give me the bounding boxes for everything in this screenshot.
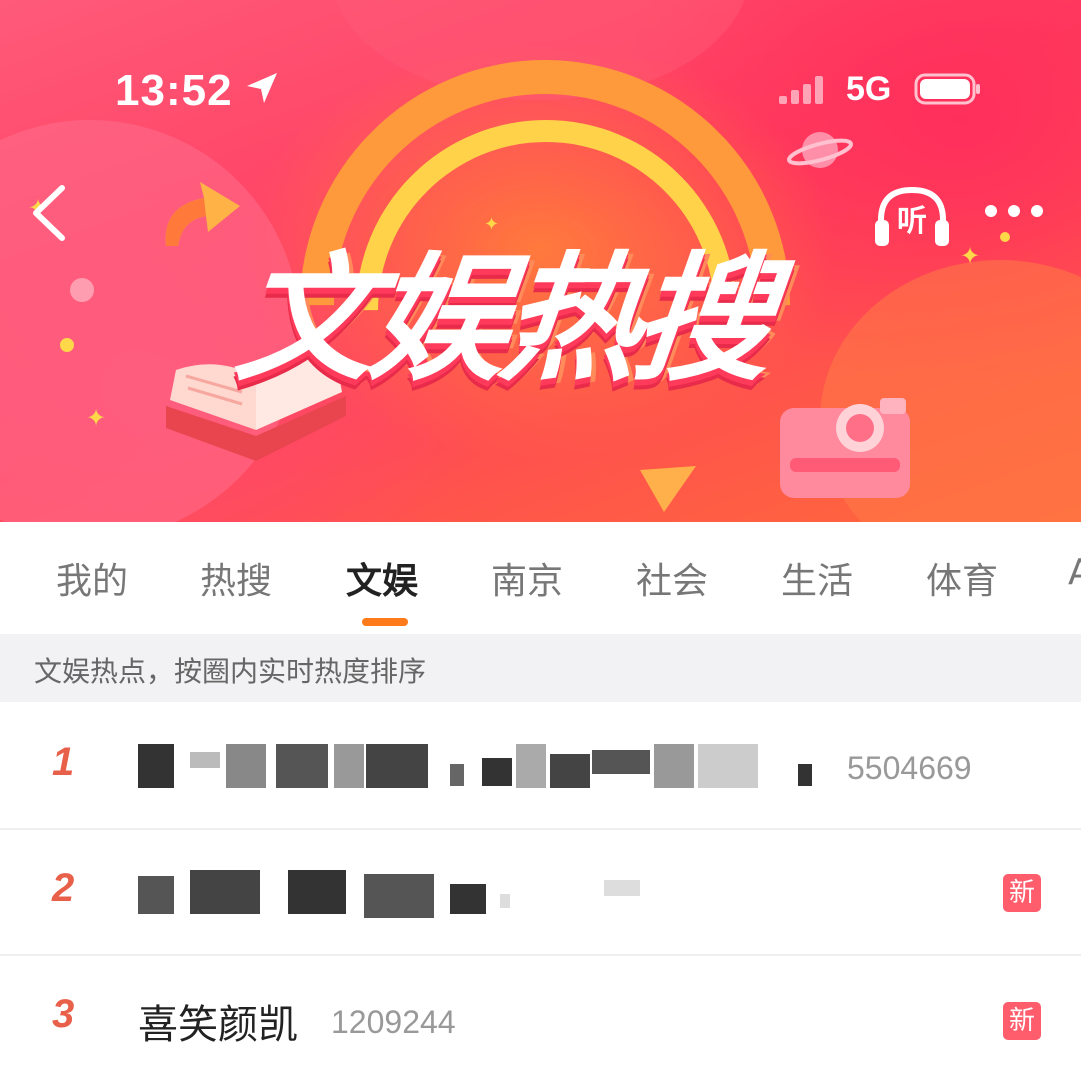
hint-bar: 文娱热点，按圈内实时热度排序 (0, 634, 1081, 702)
tab-mine[interactable]: 我的 (56, 552, 128, 604)
tab-entertainment[interactable]: 文娱 (346, 552, 418, 604)
topic-title: 喜笑颜凯 (138, 1002, 298, 1048)
sparkle-icon: ✦ (86, 404, 107, 432)
dot-decoration (70, 278, 94, 302)
network-type: 5G (846, 70, 892, 108)
heat-value: 5504669 (847, 750, 972, 786)
tab-life[interactable]: 生活 (781, 552, 853, 604)
new-badge: 新 (1003, 874, 1041, 912)
status-time: 13:52 (115, 66, 233, 115)
category-tabs: 我的 热搜 文娱 南京 社会 生活 体育 A (0, 522, 1081, 634)
signal-icon (779, 76, 823, 104)
dot-decoration (1000, 232, 1010, 242)
location-arrow-icon (247, 73, 277, 103)
tab-more-truncated[interactable]: A (1068, 552, 1081, 593)
hint-text: 文娱热点，按圈内实时热度排序 (34, 655, 427, 688)
triangle-decoration-icon (640, 466, 696, 512)
rank-number: 2 (52, 866, 75, 910)
list-item[interactable]: 3 喜笑颜凯 1209244 新 (0, 956, 1081, 1080)
arrow-decoration-icon (165, 182, 240, 246)
camera-icon (780, 398, 910, 498)
listen-label[interactable]: 听 (892, 196, 932, 240)
sparkle-icon: ✦ (484, 214, 500, 235)
tab-nanjing[interactable]: 南京 (491, 552, 563, 604)
blurred-topic (138, 870, 640, 918)
sparkle-icon: ✦ (960, 242, 981, 270)
planet-icon (787, 132, 853, 168)
dot-decoration (60, 338, 74, 352)
tab-sports[interactable]: 体育 (926, 552, 998, 604)
rank-number: 1 (52, 740, 75, 784)
banner-title: 文娱热搜 (229, 239, 775, 400)
heat-value: 1209244 (331, 1004, 456, 1040)
header-banner: ✦ ✦ ✦ ✦ 13:52 5G 听 文娱热搜 (0, 0, 1081, 522)
tab-hot-search[interactable]: 热搜 (200, 552, 272, 604)
more-icon[interactable] (983, 203, 1045, 219)
list-item[interactable]: 2 新 (0, 830, 1081, 956)
rank-number: 3 (52, 992, 75, 1036)
battery-icon (914, 73, 980, 105)
back-icon[interactable] (24, 182, 74, 244)
blurred-topic (138, 744, 818, 788)
tab-society[interactable]: 社会 (636, 552, 708, 604)
new-badge: 新 (1003, 1002, 1041, 1040)
list-item[interactable]: 1 5504669 (0, 704, 1081, 830)
active-tab-indicator (362, 618, 408, 626)
